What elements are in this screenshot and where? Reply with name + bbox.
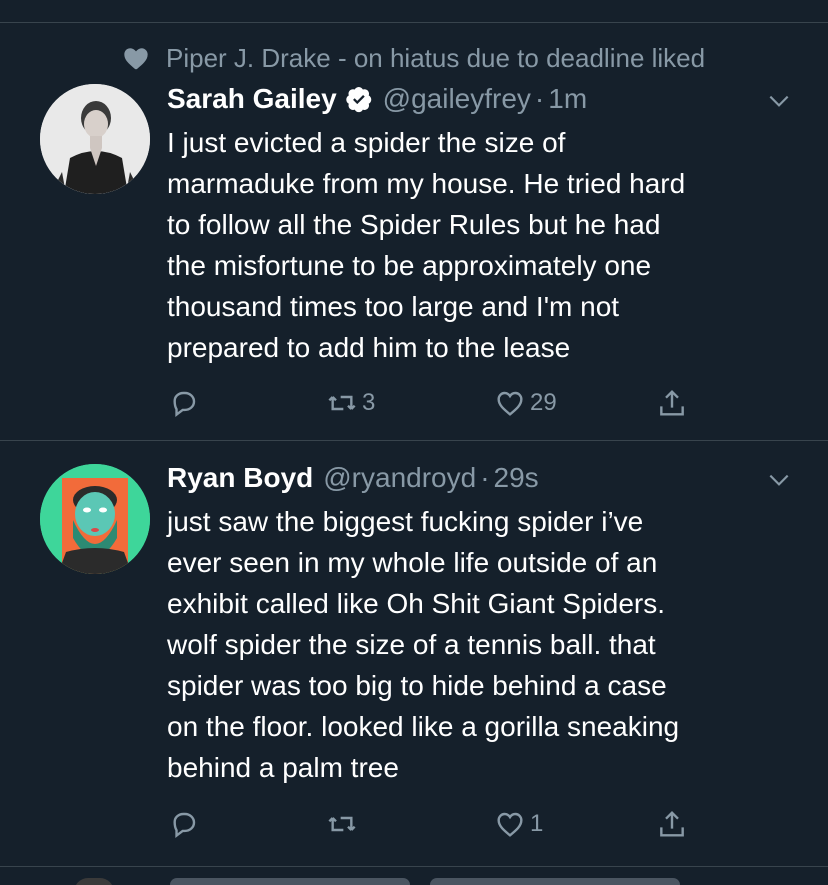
tweet-header: Sarah Gailey @gaileyfrey · 1m <box>167 80 587 118</box>
tweet-text-line: prepared to add him to the lease <box>167 332 571 363</box>
tweet-text-line: ever seen in my whole life outside of an <box>167 547 658 578</box>
tweet-text-line: exhibit called like Oh Shit Giant Spider… <box>167 588 666 619</box>
like-count: 29 <box>530 389 557 416</box>
share-icon <box>660 389 684 416</box>
like-button[interactable]: 29 <box>494 383 557 423</box>
separator-dot: · <box>480 462 490 493</box>
reply-icon <box>173 391 196 418</box>
like-icon <box>497 391 523 416</box>
handle[interactable]: @ryandroyd <box>323 462 476 494</box>
tweet-sarah-gailey[interactable]: Piper J. Drake - on hiatus due to deadli… <box>0 0 828 440</box>
reply-icon <box>173 812 196 839</box>
retweet-icon <box>328 395 356 411</box>
tweet-text-line: to follow all the Spider Rules but he ha… <box>167 209 661 240</box>
verified-badge-icon <box>345 86 371 113</box>
share-button[interactable] <box>656 383 688 423</box>
retweet-count: 3 <box>362 389 376 416</box>
next-header-partial <box>170 878 410 885</box>
tweet-ryan-boyd[interactable]: Ryan Boyd @ryandroyd · 29s just saw the … <box>0 441 828 866</box>
display-name[interactable]: Ryan Boyd <box>167 462 313 494</box>
avatar-photo <box>40 84 150 194</box>
social-context-text: Piper J. Drake - on hiatus due to deadli… <box>166 42 706 73</box>
tweet-text-line: on the floor. looked like a gorilla snea… <box>167 711 680 742</box>
tweet-text-line: wolf spider the size of a tennis ball. t… <box>167 629 656 660</box>
reply-button[interactable] <box>168 383 200 423</box>
reply-button[interactable] <box>168 804 200 844</box>
next-avatar-partial <box>74 878 114 885</box>
separator-dot: · <box>534 83 545 114</box>
retweet-icon <box>328 816 356 832</box>
next-header-partial <box>430 878 680 885</box>
tweet-text-line: just saw the biggest fucking spider i’ve <box>167 506 644 537</box>
tweet-text-line: the misfortune to be approximately one <box>167 250 652 281</box>
tweet-actions: 1 <box>0 804 828 844</box>
retweet-button[interactable] <box>326 804 362 844</box>
like-icon <box>497 812 523 837</box>
tweet-text-line: I just evicted a spider the size of <box>167 127 566 158</box>
like-count: 1 <box>530 810 544 837</box>
heart-icon <box>124 48 148 70</box>
handle[interactable]: @gaileyfrey <box>383 83 531 115</box>
tweet-text-line: thousand times too large and I'm not <box>167 291 620 322</box>
tweet-actions: 3 29 <box>0 383 828 423</box>
share-icon <box>660 810 684 837</box>
tweet-text-line: behind a palm tree <box>167 752 399 783</box>
tweet-text-line: spider was too big to hide behind a case <box>167 670 667 701</box>
retweet-button[interactable]: 3 <box>326 383 375 423</box>
timeline: Piper J. Drake - on hiatus due to deadli… <box>0 0 828 885</box>
timestamp[interactable]: 29s <box>494 462 539 494</box>
tweet-text: I just evicted a spider the size of marm… <box>167 122 787 368</box>
display-name[interactable]: Sarah Gailey <box>167 83 337 115</box>
avatar-illustration <box>40 464 150 574</box>
share-button[interactable] <box>656 804 688 844</box>
tweet-text-line: marmaduke from my house. He tried hard <box>167 168 686 199</box>
like-button[interactable]: 1 <box>494 804 543 844</box>
chevron-down-icon[interactable] <box>766 88 792 114</box>
liked-by-context[interactable]: Piper J. Drake - on hiatus due to deadli… <box>122 42 705 74</box>
divider <box>0 866 828 867</box>
avatar-ryan-boyd[interactable] <box>40 464 150 574</box>
avatar-sarah-gailey[interactable] <box>40 84 150 194</box>
tweet-text: just saw the biggest fucking spider i’ve… <box>167 501 787 788</box>
tweet-header: Ryan Boyd @ryandroyd · 29s <box>167 459 539 497</box>
chevron-down-icon[interactable] <box>766 467 792 493</box>
timestamp[interactable]: 1m <box>548 83 587 115</box>
